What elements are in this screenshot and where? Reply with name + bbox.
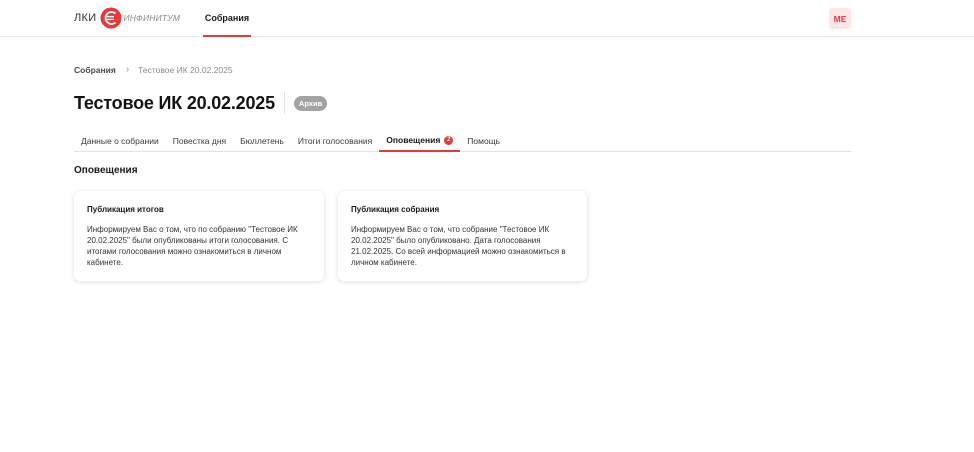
notifications-count-badge: 2 bbox=[444, 135, 454, 145]
nav-item-meetings[interactable]: Собрания bbox=[203, 0, 251, 37]
tab-ballot[interactable]: Бюллетень bbox=[233, 130, 291, 152]
brand-prefix: ЛКИ bbox=[74, 12, 97, 24]
top-header: ЛКИ ИНФИНИТУМ Собрания МЕ bbox=[0, 0, 974, 37]
notification-title: Публикация итогов bbox=[87, 205, 164, 214]
tab-voting-results[interactable]: Итоги голосования bbox=[291, 130, 379, 152]
notification-body: Информируем Вас о том, что собрание "Тес… bbox=[351, 225, 566, 267]
chevron-right-icon: › bbox=[125, 64, 130, 75]
tab-label: Повестка дня bbox=[172, 136, 227, 146]
tab-label: Помощь bbox=[467, 136, 501, 146]
breadcrumb-root-link[interactable]: Собрания bbox=[74, 65, 116, 75]
meeting-tabs: Данные о собрании Повестка дня Бюллетень… bbox=[74, 130, 851, 152]
brand-name: ИНФИНИТУМ bbox=[123, 13, 181, 23]
breadcrumb-current: Тестовое ИК 20.02.2025 bbox=[138, 64, 233, 75]
tab-label: Данные о собрании bbox=[81, 136, 159, 146]
notification-card: Публикация собрания Информируем Вас о то… bbox=[338, 191, 587, 281]
tab-notifications[interactable]: Оповещения 2 bbox=[379, 130, 461, 152]
notification-card: Публикация итогов Информируем Вас о том,… bbox=[74, 191, 324, 281]
tab-help[interactable]: Помощь bbox=[460, 130, 507, 152]
tab-agenda[interactable]: Повестка дня bbox=[166, 130, 233, 152]
tab-label: Бюллетень bbox=[240, 136, 284, 146]
title-divider bbox=[283, 92, 285, 114]
user-avatar[interactable]: МЕ bbox=[829, 8, 851, 29]
section-title: Оповещения bbox=[74, 165, 138, 176]
breadcrumb: Собрания › Тестовое ИК 20.02.2025 bbox=[74, 64, 233, 75]
brand-logo-link[interactable]: ЛКИ ИНФИНИТУМ bbox=[74, 7, 180, 29]
tab-label: Итоги голосования bbox=[297, 136, 373, 146]
tab-label: Оповещения bbox=[386, 135, 441, 145]
notification-title: Публикация собрания bbox=[351, 205, 440, 214]
status-badge: Архив bbox=[293, 95, 328, 111]
page-title: Тестовое ИК 20.02.2025 bbox=[74, 92, 275, 113]
infinitum-logo-icon bbox=[100, 7, 122, 29]
title-row: Тестовое ИК 20.02.2025 Архив bbox=[74, 90, 328, 116]
tab-meeting-data[interactable]: Данные о собрании bbox=[74, 130, 166, 152]
notification-body: Информируем Вас о том, что по собранию "… bbox=[87, 225, 298, 267]
